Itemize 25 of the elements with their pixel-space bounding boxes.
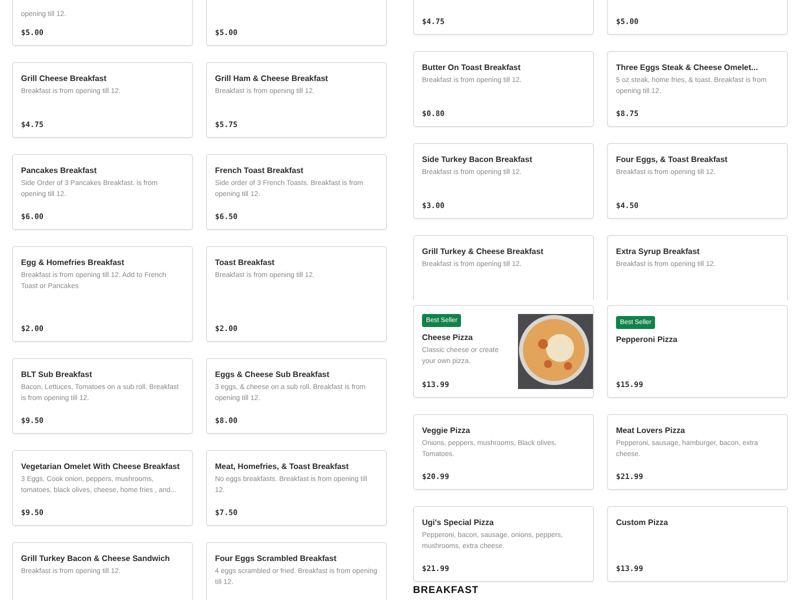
item-title: Side Turkey Bacon Breakfast <box>422 154 532 165</box>
item-title: Grill Cheese Breakfast <box>21 73 106 84</box>
item-title: Cheese Pizza <box>422 332 473 343</box>
item-title: Egg & Homefries Breakfast <box>21 257 124 268</box>
section-heading: BREAKFAST <box>413 585 480 596</box>
item-title: Custom Pizza <box>616 517 668 528</box>
item-title: Three Eggs Steak & Cheese Omelet... <box>616 62 758 73</box>
item-title: Grill Turkey & Cheese Breakfast <box>422 246 544 257</box>
item-title: Meat Lovers Pizza <box>616 425 685 436</box>
item-title: Veggie Pizza <box>422 425 470 436</box>
item-title: Ugi's Special Pizza <box>422 517 494 528</box>
item-title: Pancakes Breakfast <box>21 165 97 176</box>
item-title: Four Eggs, & Toast Breakfast <box>616 154 728 165</box>
item-title: Four Eggs Scrambled Breakfast <box>215 553 336 564</box>
item-title: Extra Syrup Breakfast <box>616 246 700 257</box>
item-title: Butter On Toast Breakfast <box>422 62 521 73</box>
item-title: Eggs & Cheese Sub Breakfast <box>215 369 330 380</box>
item-title: Pepperoni Pizza <box>616 334 678 345</box>
item-title: Grill Turkey Bacon & Cheese Sandwich <box>21 553 170 564</box>
item-title: BLT Sub Breakfast <box>21 369 92 380</box>
item-title: Vegetarian Omelet With Cheese Breakfast <box>21 461 180 472</box>
item-title: Toast Breakfast <box>215 257 274 268</box>
item-title: French Toast Breakfast <box>215 165 304 176</box>
item-title: Meat, Homefries, & Toast Breakfast <box>215 461 349 472</box>
item-title: Grill Ham & Cheese Breakfast <box>215 73 328 84</box>
